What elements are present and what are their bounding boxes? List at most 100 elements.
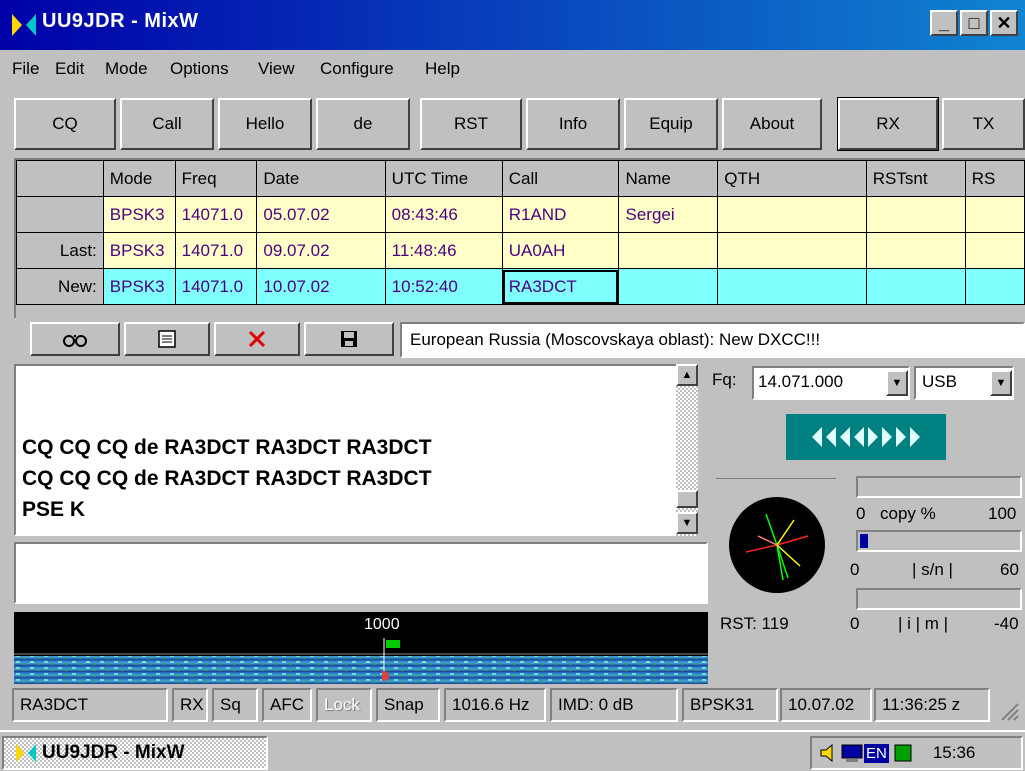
menu-configure[interactable]: Configure — [320, 59, 394, 79]
cell-date[interactable]: 10.07.02 — [256, 268, 386, 305]
cell-time[interactable]: 10:52:40 — [384, 268, 503, 305]
status-snap[interactable]: Snap — [376, 688, 440, 722]
copy-max: 100 — [988, 504, 1017, 523]
log-row-last[interactable]: Last: BPSK3 14071.0 09.07.02 11:48:46 UA… — [16, 232, 1025, 269]
status-afc[interactable]: AFC — [262, 688, 312, 722]
network-icon[interactable] — [840, 742, 864, 764]
cell-rsrcvd[interactable] — [964, 232, 1025, 269]
delete-record-button[interactable] — [214, 322, 300, 356]
cell-time[interactable]: 11:48:46 — [384, 232, 503, 269]
cell-freq[interactable]: 14071.0 — [174, 196, 258, 233]
rx-button[interactable]: RX — [837, 97, 939, 151]
menu-help[interactable]: Help — [425, 59, 460, 79]
info-button[interactable]: Info — [526, 98, 620, 150]
window-title: UU9JDR - MixW — [42, 10, 199, 32]
minimize-button[interactable]: _ — [930, 10, 958, 36]
header-freq[interactable]: Freq — [174, 160, 258, 197]
scroll-down-button[interactable]: ▼ — [676, 512, 698, 534]
header-call[interactable]: Call — [501, 160, 620, 197]
header-qth[interactable]: QTH — [717, 160, 867, 197]
cell-rsrcvd[interactable] — [964, 268, 1025, 305]
imd-label: | i | m | — [898, 614, 949, 633]
waterfall-display[interactable]: 1000 — [14, 612, 708, 684]
cell-name[interactable]: Sergei — [618, 196, 719, 233]
cell-name[interactable] — [618, 232, 719, 269]
cell-date[interactable]: 09.07.02 — [256, 232, 386, 269]
cell-freq[interactable]: 14071.0 — [174, 232, 258, 269]
menu-view[interactable]: View — [258, 59, 295, 79]
edit-record-button[interactable] — [124, 322, 210, 356]
header-utc-time[interactable]: UTC Time — [384, 160, 503, 197]
taskbar-app-button[interactable]: UU9JDR - MixW — [2, 736, 268, 770]
menu-edit[interactable]: Edit — [55, 59, 84, 79]
header-rsrcvd[interactable]: RS — [964, 160, 1025, 197]
delete-icon — [248, 330, 266, 348]
cell-freq[interactable]: 14071.0 — [174, 268, 258, 305]
tuning-marker-icon[interactable] — [382, 636, 404, 682]
cell-call-active[interactable]: RA3DCT — [501, 268, 620, 305]
equip-button[interactable]: Equip — [624, 98, 718, 150]
menu-file[interactable]: File — [12, 59, 39, 79]
cell-mode[interactable]: BPSK3 — [102, 196, 176, 233]
imd-meter — [856, 588, 1022, 610]
hello-button[interactable]: Hello — [218, 98, 312, 150]
cell-name[interactable] — [618, 268, 719, 305]
rx-line: CQ CQ CQ de RA3DCT RA3DCT RA3DCT — [22, 436, 432, 459]
tuning-buttons[interactable] — [786, 414, 946, 460]
scroll-thumb[interactable] — [676, 490, 698, 508]
phase-scope — [729, 497, 825, 593]
log-row[interactable]: BPSK3 14071.0 05.07.02 08:43:46 R1AND Se… — [16, 196, 1025, 233]
freq-dropdown-icon[interactable]: ▼ — [886, 370, 908, 396]
status-sq[interactable]: Sq — [212, 688, 258, 722]
header-rstsnt[interactable]: RSTsnt — [865, 160, 966, 197]
cell-rstsnt[interactable] — [865, 232, 966, 269]
status-lock[interactable]: Lock — [316, 688, 372, 722]
scroll-up-button[interactable]: ▲ — [676, 364, 698, 386]
log-grid[interactable]: Mode Freq Date UTC Time Call Name QTH RS… — [14, 158, 1025, 318]
header-mode[interactable]: Mode — [102, 160, 176, 197]
status-imd: IMD: 0 dB — [550, 688, 678, 722]
cell-rstsnt[interactable] — [865, 196, 966, 233]
about-button[interactable]: About — [722, 98, 822, 150]
log-header-row: Mode Freq Date UTC Time Call Name QTH RS… — [16, 160, 1025, 197]
status-mode[interactable]: BPSK31 — [682, 688, 778, 722]
cq-button[interactable]: CQ — [14, 98, 116, 150]
cell-qth[interactable] — [717, 268, 867, 305]
cell-mode[interactable]: BPSK3 — [102, 232, 176, 269]
menu-options[interactable]: Options — [170, 59, 229, 79]
header-name[interactable]: Name — [618, 160, 719, 197]
status-rx[interactable]: RX — [172, 688, 208, 722]
language-indicator[interactable]: EN — [864, 743, 889, 763]
maximize-button[interactable]: □ — [960, 10, 988, 36]
rx-line: CQ CQ CQ de RA3DCT RA3DCT RA3DCT — [22, 467, 432, 490]
rst-button[interactable]: RST — [420, 98, 522, 150]
rx-scrollbar[interactable] — [676, 364, 698, 536]
mode-dropdown-icon[interactable]: ▼ — [990, 370, 1012, 396]
cell-qth[interactable] — [717, 232, 867, 269]
cell-rstsnt[interactable] — [865, 268, 966, 305]
cell-call[interactable]: R1AND — [501, 196, 620, 233]
sn-max: 60 — [1000, 560, 1019, 579]
cell-rsrcvd[interactable] — [964, 196, 1025, 233]
log-row-new[interactable]: New: BPSK3 14071.0 10.07.02 10:52:40 RA3… — [16, 268, 1025, 305]
close-button[interactable]: ✕ — [990, 10, 1018, 36]
cell-qth[interactable] — [717, 196, 867, 233]
call-button[interactable]: Call — [120, 98, 214, 150]
tray-green-icon[interactable] — [893, 743, 913, 763]
resize-grip-icon[interactable] — [996, 698, 1020, 722]
speaker-icon[interactable] — [818, 742, 840, 764]
header-date[interactable]: Date — [256, 160, 386, 197]
title-bar[interactable]: UU9JDR - MixW _ □ ✕ — [0, 0, 1025, 50]
save-record-button[interactable] — [304, 322, 394, 356]
tx-button[interactable]: TX — [942, 98, 1025, 150]
lookup-button[interactable] — [30, 322, 120, 356]
tx-text-pane[interactable] — [14, 542, 708, 604]
menu-mode[interactable]: Mode — [105, 59, 148, 79]
de-button[interactable]: de — [316, 98, 410, 150]
menu-bar: File Edit Mode Options View Configure He… — [0, 50, 1025, 90]
cell-date[interactable]: 05.07.02 — [256, 196, 386, 233]
cell-mode[interactable]: BPSK3 — [102, 268, 176, 305]
cell-time[interactable]: 08:43:46 — [384, 196, 503, 233]
rx-text-pane[interactable]: CQ CQ CQ de RA3DCT RA3DCT RA3DCT CQ CQ C… — [14, 364, 694, 536]
cell-call[interactable]: UA0AH — [501, 232, 620, 269]
